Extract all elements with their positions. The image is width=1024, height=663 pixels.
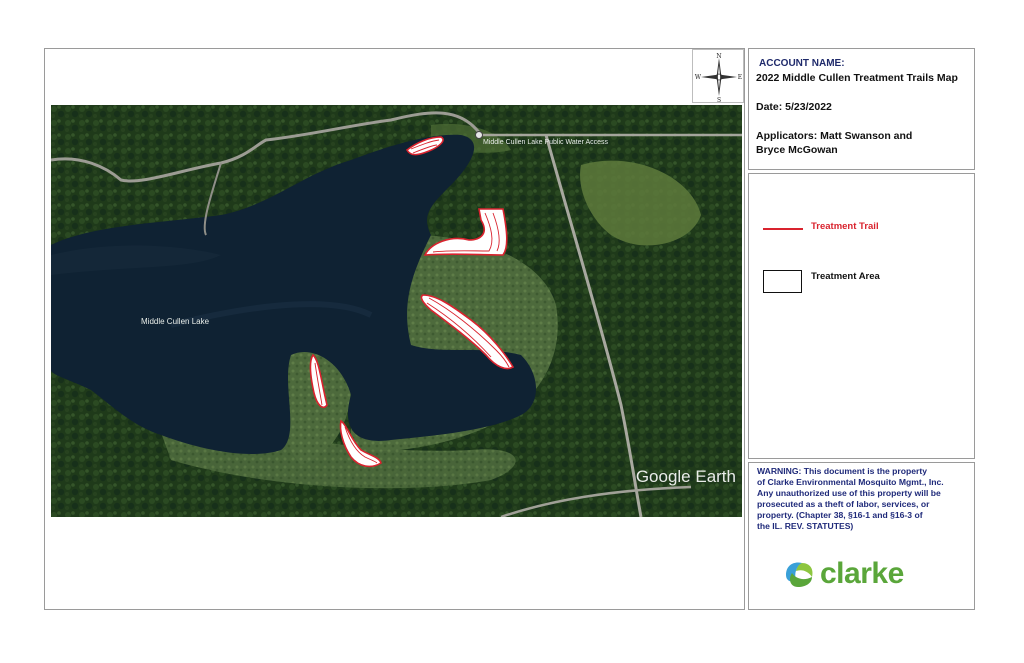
- applicators-line-2: Bryce McGowan: [756, 144, 838, 156]
- map-canvas: [51, 105, 742, 517]
- warning-line: the IL. REV. STATUTES): [757, 521, 854, 531]
- compass-east: E: [738, 74, 742, 81]
- compass-rose: N S E W: [692, 49, 744, 104]
- lake-name-label: Middle Cullen Lake: [141, 317, 210, 326]
- clarke-wordmark: clarke: [820, 557, 904, 590]
- satellite-map[interactable]: Middle Cullen Lake Middle Cullen Lake Pu…: [51, 105, 742, 517]
- account-name-label: ACCOUNT NAME:: [759, 58, 845, 69]
- clarke-leaf-icon: [786, 562, 813, 587]
- map-title: 2022 Middle Cullen Treatment Trails Map: [756, 72, 958, 84]
- compass-north: N: [716, 53, 721, 60]
- warning-line: property. (Chapter 38, §16-1 and §16-3 o…: [757, 510, 923, 520]
- access-label: Middle Cullen Lake Public Water Access: [483, 139, 609, 146]
- water-access-pin-icon[interactable]: [475, 131, 483, 139]
- compass-west: W: [695, 74, 702, 81]
- treatment-trail-swatch: [763, 228, 803, 230]
- applicators-line-1: Applicators: Matt Swanson and: [756, 130, 913, 142]
- treatment-area-swatch: [763, 270, 802, 293]
- treatment-trail-label: Treatment Trail: [811, 221, 879, 232]
- warning-panel: WARNING: This document is the property o…: [748, 462, 975, 610]
- compass-icon: N S E W: [695, 53, 742, 104]
- applicators: Applicators: Matt Swanson and Bryce McGo…: [756, 129, 974, 157]
- treatment-area-label: Treatment Area: [811, 271, 880, 282]
- warning-line: Any unauthorized use of this property wi…: [757, 488, 941, 498]
- info-panel: ACCOUNT NAME: 2022 Middle Cullen Treatme…: [748, 48, 975, 170]
- warning-line: of Clarke Environmental Mosquito Mgmt., …: [757, 477, 944, 487]
- legend-panel: Treatment Trail Treatment Area: [748, 173, 975, 459]
- google-earth-attribution: Google Earth: [635, 467, 736, 486]
- warning-line: WARNING: This document is the property: [757, 466, 927, 476]
- warning-line: prosecuted as a theft of labor, services…: [757, 499, 930, 509]
- compass-south: S: [717, 97, 721, 104]
- map-date: Date: 5/23/2022: [756, 101, 832, 113]
- clarke-logo: clarke: [782, 557, 942, 595]
